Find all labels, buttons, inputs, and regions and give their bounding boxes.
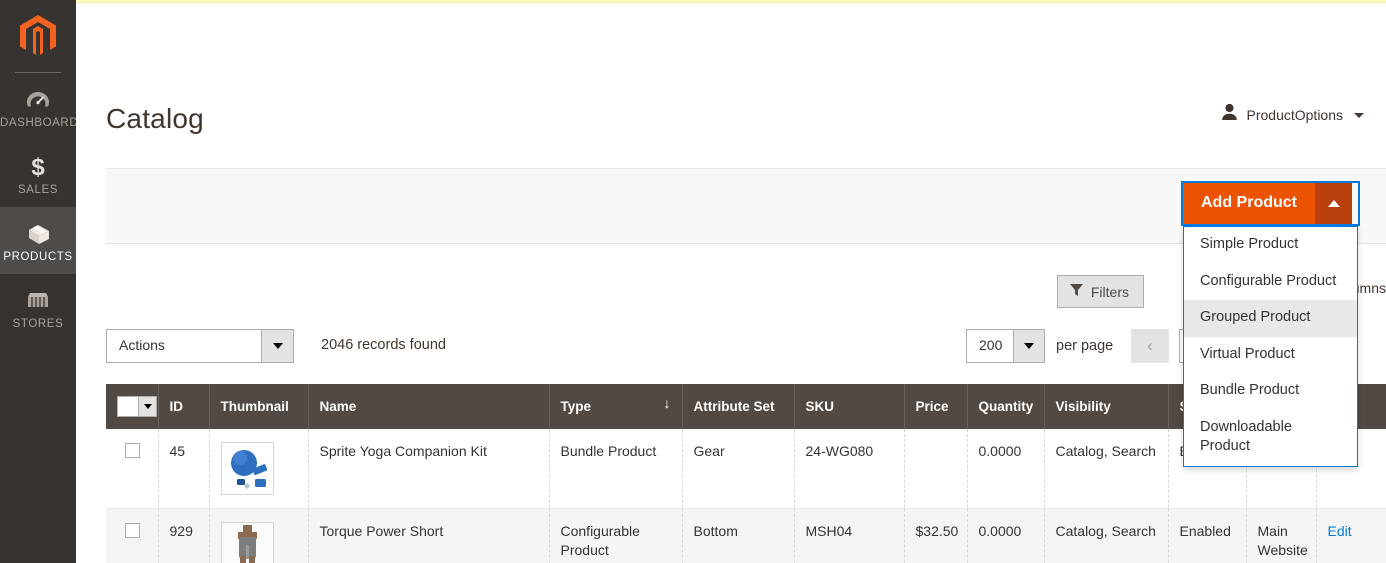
sidebar-item-label: SALES	[17, 184, 59, 196]
funnel-filter-icon	[1069, 283, 1083, 300]
add-product-toggle-button[interactable]	[1315, 183, 1352, 224]
sidebar-item-products[interactable]: PRODUCTS	[0, 207, 76, 274]
cell-thumbnail	[209, 429, 309, 509]
chevron-up-icon	[1327, 200, 1340, 207]
chevron-down-icon	[261, 330, 293, 362]
cell-type: Bundle Product	[549, 429, 683, 509]
add-product-control: Add Product Simple Product Configurable …	[1181, 181, 1360, 467]
cell-name: Sprite Yoga Companion Kit	[308, 429, 550, 509]
row-checkbox-cell	[106, 508, 159, 563]
menu-item-bundle-product[interactable]: Bundle Product	[1184, 373, 1357, 410]
sidebar-item-stores[interactable]: STORES	[0, 274, 76, 341]
cell-price	[904, 429, 968, 509]
user-name-label: ProductOptions	[1246, 106, 1344, 123]
sidebar-item-sales[interactable]: $ SALES	[0, 140, 76, 207]
sidebar-item-label: DASHBOARD	[0, 117, 79, 129]
cell-visibility: Catalog, Search	[1044, 508, 1169, 563]
cell-name: Torque Power Short	[308, 508, 550, 563]
column-header-price[interactable]: Price	[904, 384, 968, 429]
cell-visibility: Catalog, Search	[1044, 429, 1169, 509]
dashboard-gauge-icon	[0, 86, 76, 114]
sidebar-item-label: STORES	[12, 318, 64, 330]
per-page-label: per page	[1056, 338, 1114, 354]
cell-quantity: 0.0000	[967, 429, 1045, 509]
column-header-quantity[interactable]: Quantity	[967, 384, 1045, 429]
column-header-visibility[interactable]: Visibility	[1044, 384, 1169, 429]
edit-link[interactable]: Edit	[1328, 523, 1352, 539]
svg-text:$: $	[31, 154, 45, 180]
user-account-menu[interactable]: ProductOptions	[1221, 103, 1364, 126]
cell-type: Configurable Product	[549, 508, 683, 563]
menu-item-downloadable-product[interactable]: Downloadable Product	[1184, 410, 1357, 466]
mass-actions-value: Actions	[119, 337, 165, 353]
menu-item-configurable-product[interactable]: Configurable Product	[1184, 264, 1357, 301]
column-header-type-label: Type	[560, 399, 592, 414]
add-product-button[interactable]: Add Product	[1183, 183, 1315, 224]
mass-actions-select[interactable]: Actions	[106, 329, 294, 363]
admin-sidebar: DASHBOARD $ SALES PRODUCTS STORES	[0, 0, 79, 563]
storefront-icon	[0, 287, 76, 315]
user-person-icon	[1221, 103, 1238, 126]
cell-sku: 24-WG080	[794, 429, 905, 509]
column-header-id[interactable]: ID	[158, 384, 210, 429]
dollar-sign-icon: $	[0, 153, 76, 181]
column-header-sku[interactable]: SKU	[794, 384, 905, 429]
column-header-type[interactable]: Type ↓	[549, 384, 683, 429]
box-package-icon	[0, 220, 76, 248]
add-product-split-button: Add Product	[1181, 181, 1360, 226]
row-checkbox[interactable]	[124, 523, 140, 538]
page-header: Catalog ProductOptions	[76, 3, 1386, 153]
column-header-attribute-set[interactable]: Attribute Set	[682, 384, 795, 429]
cell-attribute-set: Gear	[682, 429, 795, 509]
per-page-control: 200 per page	[966, 329, 1113, 363]
main-content: Catalog ProductOptions Add Product Simpl…	[76, 3, 1386, 563]
yoga-ball-kit-thumbnail[interactable]	[220, 442, 274, 495]
cell-thumbnail	[209, 508, 309, 563]
filters-label: Filters	[1090, 283, 1129, 300]
chevron-down-icon	[1354, 113, 1364, 118]
menu-item-simple-product[interactable]: Simple Product	[1184, 227, 1357, 264]
cell-websites: Main Website	[1246, 508, 1317, 563]
per-page-value: 200	[979, 337, 1003, 353]
column-header-thumbnail[interactable]: Thumbnail	[209, 384, 309, 429]
cell-sku: MSH04	[794, 508, 905, 563]
menu-item-grouped-product[interactable]: Grouped Product	[1184, 300, 1357, 337]
magento-logo-icon	[18, 14, 58, 58]
records-found-label: 2046 records found	[321, 337, 446, 353]
magento-admin-page: DASHBOARD $ SALES PRODUCTS STORES Catalo…	[0, 0, 1386, 563]
per-page-select[interactable]: 200	[966, 329, 1045, 363]
filters-button[interactable]: Filters	[1056, 275, 1144, 308]
magento-logo[interactable]	[0, 0, 76, 72]
add-product-type-menu: Simple Product Configurable Product Grou…	[1183, 226, 1358, 467]
sidebar-item-label: PRODUCTS	[3, 251, 73, 263]
cell-attribute-set: Bottom	[682, 508, 795, 563]
sort-descending-icon: ↓	[663, 395, 671, 411]
previous-page-button[interactable]: ‹	[1131, 329, 1169, 363]
column-header-select-all[interactable]	[106, 384, 159, 429]
cell-id: 45	[158, 429, 210, 509]
cell-quantity: 0.0000	[967, 508, 1045, 563]
column-header-name[interactable]: Name	[308, 384, 550, 429]
sidebar-item-dashboard[interactable]: DASHBOARD	[0, 73, 79, 140]
cell-id: 929	[158, 508, 210, 563]
gray-shorts-thumbnail[interactable]	[220, 522, 274, 563]
row-checkbox[interactable]	[124, 443, 140, 458]
cell-price: $32.50	[904, 508, 968, 563]
chevron-down-icon	[1013, 330, 1044, 362]
menu-item-virtual-product[interactable]: Virtual Product	[1184, 337, 1357, 374]
cell-status: Enabled	[1168, 508, 1247, 563]
row-checkbox-cell	[106, 429, 159, 509]
table-row[interactable]: 929 Torque Power Short Configurable Prod…	[106, 508, 1386, 563]
checkbox-dropdown-icon[interactable]	[117, 396, 157, 417]
cell-action: Edit	[1316, 508, 1386, 563]
page-title: Catalog	[106, 103, 204, 134]
